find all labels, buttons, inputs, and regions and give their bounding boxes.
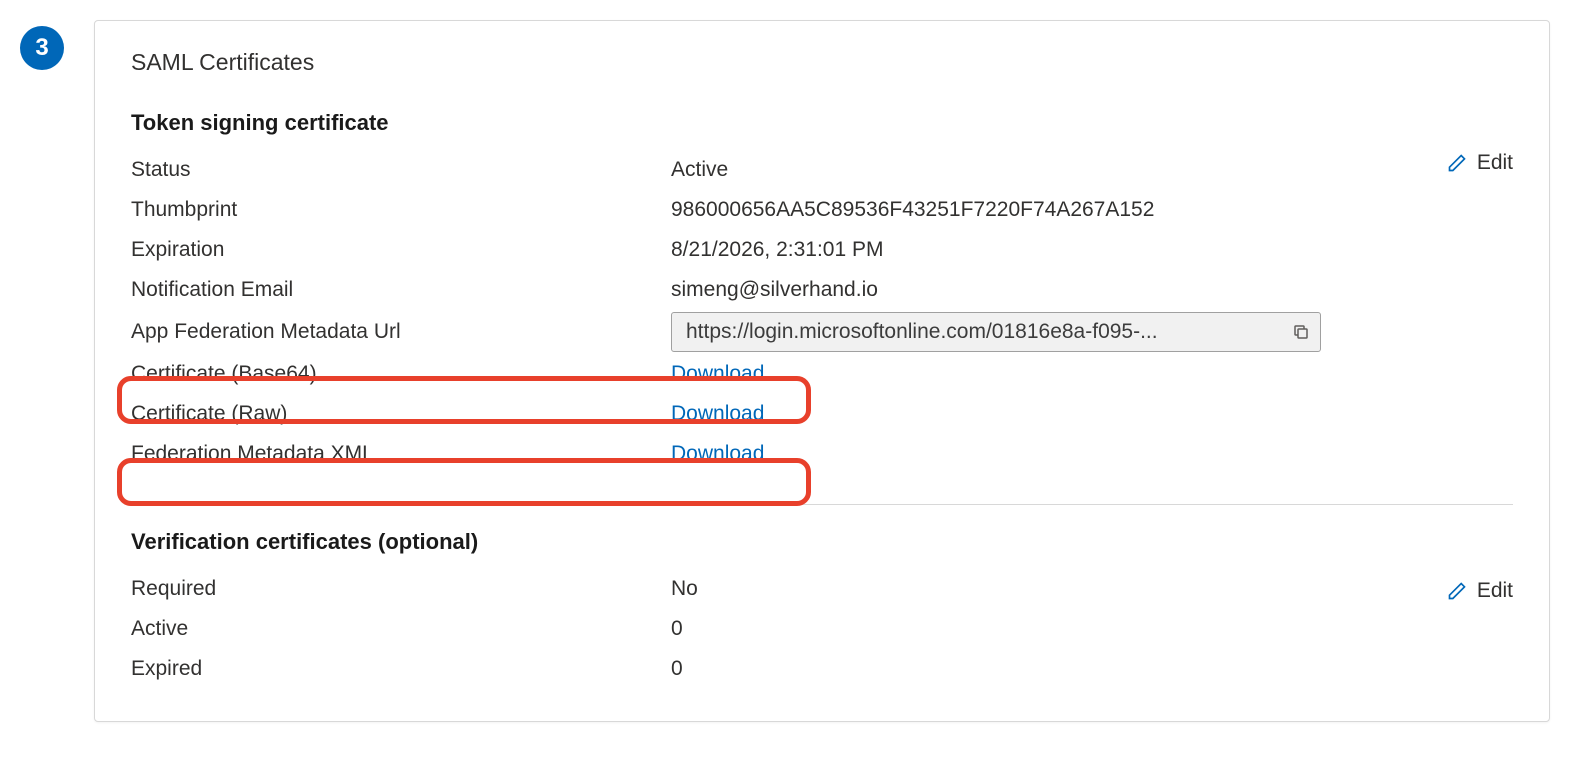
- row-required: Required No: [131, 569, 1513, 609]
- row-federation-url: App Federation Metadata Url https://logi…: [131, 310, 1513, 354]
- label-notification-email: Notification Email: [131, 278, 671, 302]
- edit-token-signing-button[interactable]: Edit: [1447, 151, 1513, 175]
- row-thumbprint: Thumbprint 986000656AA5C89536F43251F7220…: [131, 190, 1513, 230]
- value-notification-email: simeng@silverhand.io: [671, 278, 1513, 302]
- row-notification-email: Notification Email simeng@silverhand.io: [131, 270, 1513, 310]
- label-active: Active: [131, 617, 671, 641]
- value-thumbprint: 986000656AA5C89536F43251F7220F74A267A152: [671, 198, 1513, 222]
- pencil-icon: [1447, 153, 1467, 173]
- download-cert-raw-link[interactable]: Download: [671, 402, 764, 426]
- value-expired: 0: [671, 657, 1513, 681]
- edit-verification-button[interactable]: Edit: [1447, 579, 1513, 603]
- label-expired: Expired: [131, 657, 671, 681]
- token-signing-title: Token signing certificate: [131, 110, 1513, 136]
- section-divider: [131, 504, 1513, 505]
- row-status: Status Active: [131, 150, 1513, 190]
- label-required: Required: [131, 577, 671, 601]
- row-active: Active 0: [131, 609, 1513, 649]
- download-cert-base64-link[interactable]: Download: [671, 362, 764, 386]
- value-status: Active: [671, 158, 1513, 182]
- label-federation-xml: Federation Metadata XML: [131, 442, 671, 466]
- row-expired: Expired 0: [131, 649, 1513, 689]
- federation-url-field[interactable]: https://login.microsoftonline.com/01816e…: [671, 312, 1321, 352]
- label-thumbprint: Thumbprint: [131, 198, 671, 222]
- value-expiration: 8/21/2026, 2:31:01 PM: [671, 238, 1513, 262]
- row-federation-xml: Federation Metadata XML Download: [131, 434, 1513, 474]
- label-cert-base64: Certificate (Base64): [131, 362, 671, 386]
- federation-url-text: https://login.microsoftonline.com/01816e…: [686, 320, 1284, 344]
- value-active: 0: [671, 617, 1513, 641]
- row-expiration: Expiration 8/21/2026, 2:31:01 PM: [131, 230, 1513, 270]
- step-badge: 3: [20, 26, 64, 70]
- pencil-icon: [1447, 581, 1467, 601]
- card-title: SAML Certificates: [131, 49, 1513, 76]
- verification-title: Verification certificates (optional): [131, 529, 1513, 555]
- edit-label: Edit: [1477, 151, 1513, 175]
- download-federation-xml-link[interactable]: Download: [671, 442, 764, 466]
- saml-certificates-card: SAML Certificates Edit Token signing cer…: [94, 20, 1550, 722]
- label-status: Status: [131, 158, 671, 182]
- label-federation-url: App Federation Metadata Url: [131, 320, 671, 344]
- label-cert-raw: Certificate (Raw): [131, 402, 671, 426]
- edit-label: Edit: [1477, 579, 1513, 603]
- copy-icon[interactable]: [1292, 323, 1310, 341]
- label-expiration: Expiration: [131, 238, 671, 262]
- row-cert-raw: Certificate (Raw) Download: [131, 394, 1513, 434]
- row-cert-base64: Certificate (Base64) Download: [131, 354, 1513, 394]
- value-required: No: [671, 577, 1513, 601]
